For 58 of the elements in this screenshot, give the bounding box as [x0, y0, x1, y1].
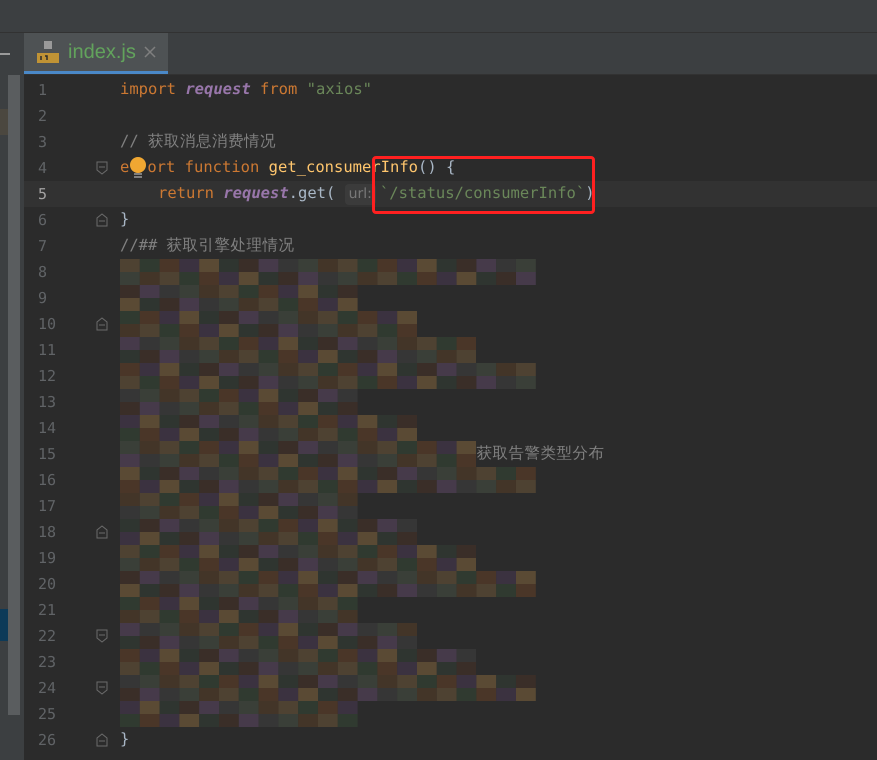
close-icon[interactable] [144, 46, 156, 58]
code-token: request [185, 79, 251, 100]
line-number: 25 [37, 704, 58, 725]
code-token: // 获取消息消费情况 [120, 131, 276, 152]
code-token: ) [585, 183, 595, 204]
line-number: 9 [37, 288, 48, 309]
line-number: 16 [37, 470, 58, 491]
line-number: 4 [37, 158, 48, 179]
code-token: `/status/consumerInfo` [380, 184, 586, 202]
fold-icon[interactable] [96, 733, 108, 747]
line-number: 20 [37, 574, 58, 595]
code-token: e [120, 157, 130, 178]
fold-icon[interactable] [96, 161, 108, 175]
line-number: 3 [37, 132, 48, 153]
lightbulb-icon[interactable] [129, 156, 148, 180]
code-token: //## 获取引擎处理情况 [120, 235, 295, 256]
line-number: 10 [37, 314, 58, 335]
line-number: 2 [37, 106, 48, 127]
parameter-hint: url: [344, 184, 376, 204]
line-number: 15 [37, 444, 58, 465]
line-number: 26 [37, 730, 58, 751]
file-tab[interactable]: index.js [24, 33, 168, 74]
code-token: .get( [288, 183, 336, 204]
fold-icon[interactable] [96, 213, 108, 227]
code-token: request [223, 183, 289, 204]
fold-icon[interactable] [96, 525, 108, 539]
line-number: 18 [37, 522, 58, 543]
code-token: return [158, 183, 215, 204]
code-token: "axios" [306, 79, 372, 100]
line-number: 23 [37, 652, 58, 673]
scrollbar-thumb[interactable] [8, 75, 20, 715]
code-token: ort function [147, 157, 260, 178]
line-number: 8 [37, 262, 48, 283]
line-number: 21 [37, 600, 58, 621]
line-number: 12 [37, 366, 58, 387]
line-number: 17 [37, 496, 58, 517]
js-file-icon [36, 40, 60, 64]
selection-marker [0, 609, 8, 641]
line-number: 13 [37, 392, 58, 413]
line-number: 6 [37, 210, 48, 231]
gutter-marker [0, 109, 8, 135]
line-number: 7 [37, 236, 48, 257]
fold-icon[interactable] [96, 681, 108, 695]
code-token: () { [418, 157, 456, 178]
line-number: 14 [37, 418, 58, 439]
fold-icon[interactable] [96, 317, 108, 331]
code-token: import [120, 79, 177, 100]
line-number: 19 [37, 548, 58, 569]
code-token: } [120, 729, 130, 750]
line-number: 22 [37, 626, 58, 647]
line-number: 24 [37, 678, 58, 699]
fold-icon[interactable] [96, 629, 108, 643]
line-number: 11 [37, 340, 58, 361]
code-token: 获取告警类型分布 [476, 443, 604, 464]
line-number: 1 [37, 80, 48, 101]
code-token: } [120, 209, 130, 230]
code-token: from [258, 79, 298, 100]
line-number: 5 [37, 184, 48, 205]
